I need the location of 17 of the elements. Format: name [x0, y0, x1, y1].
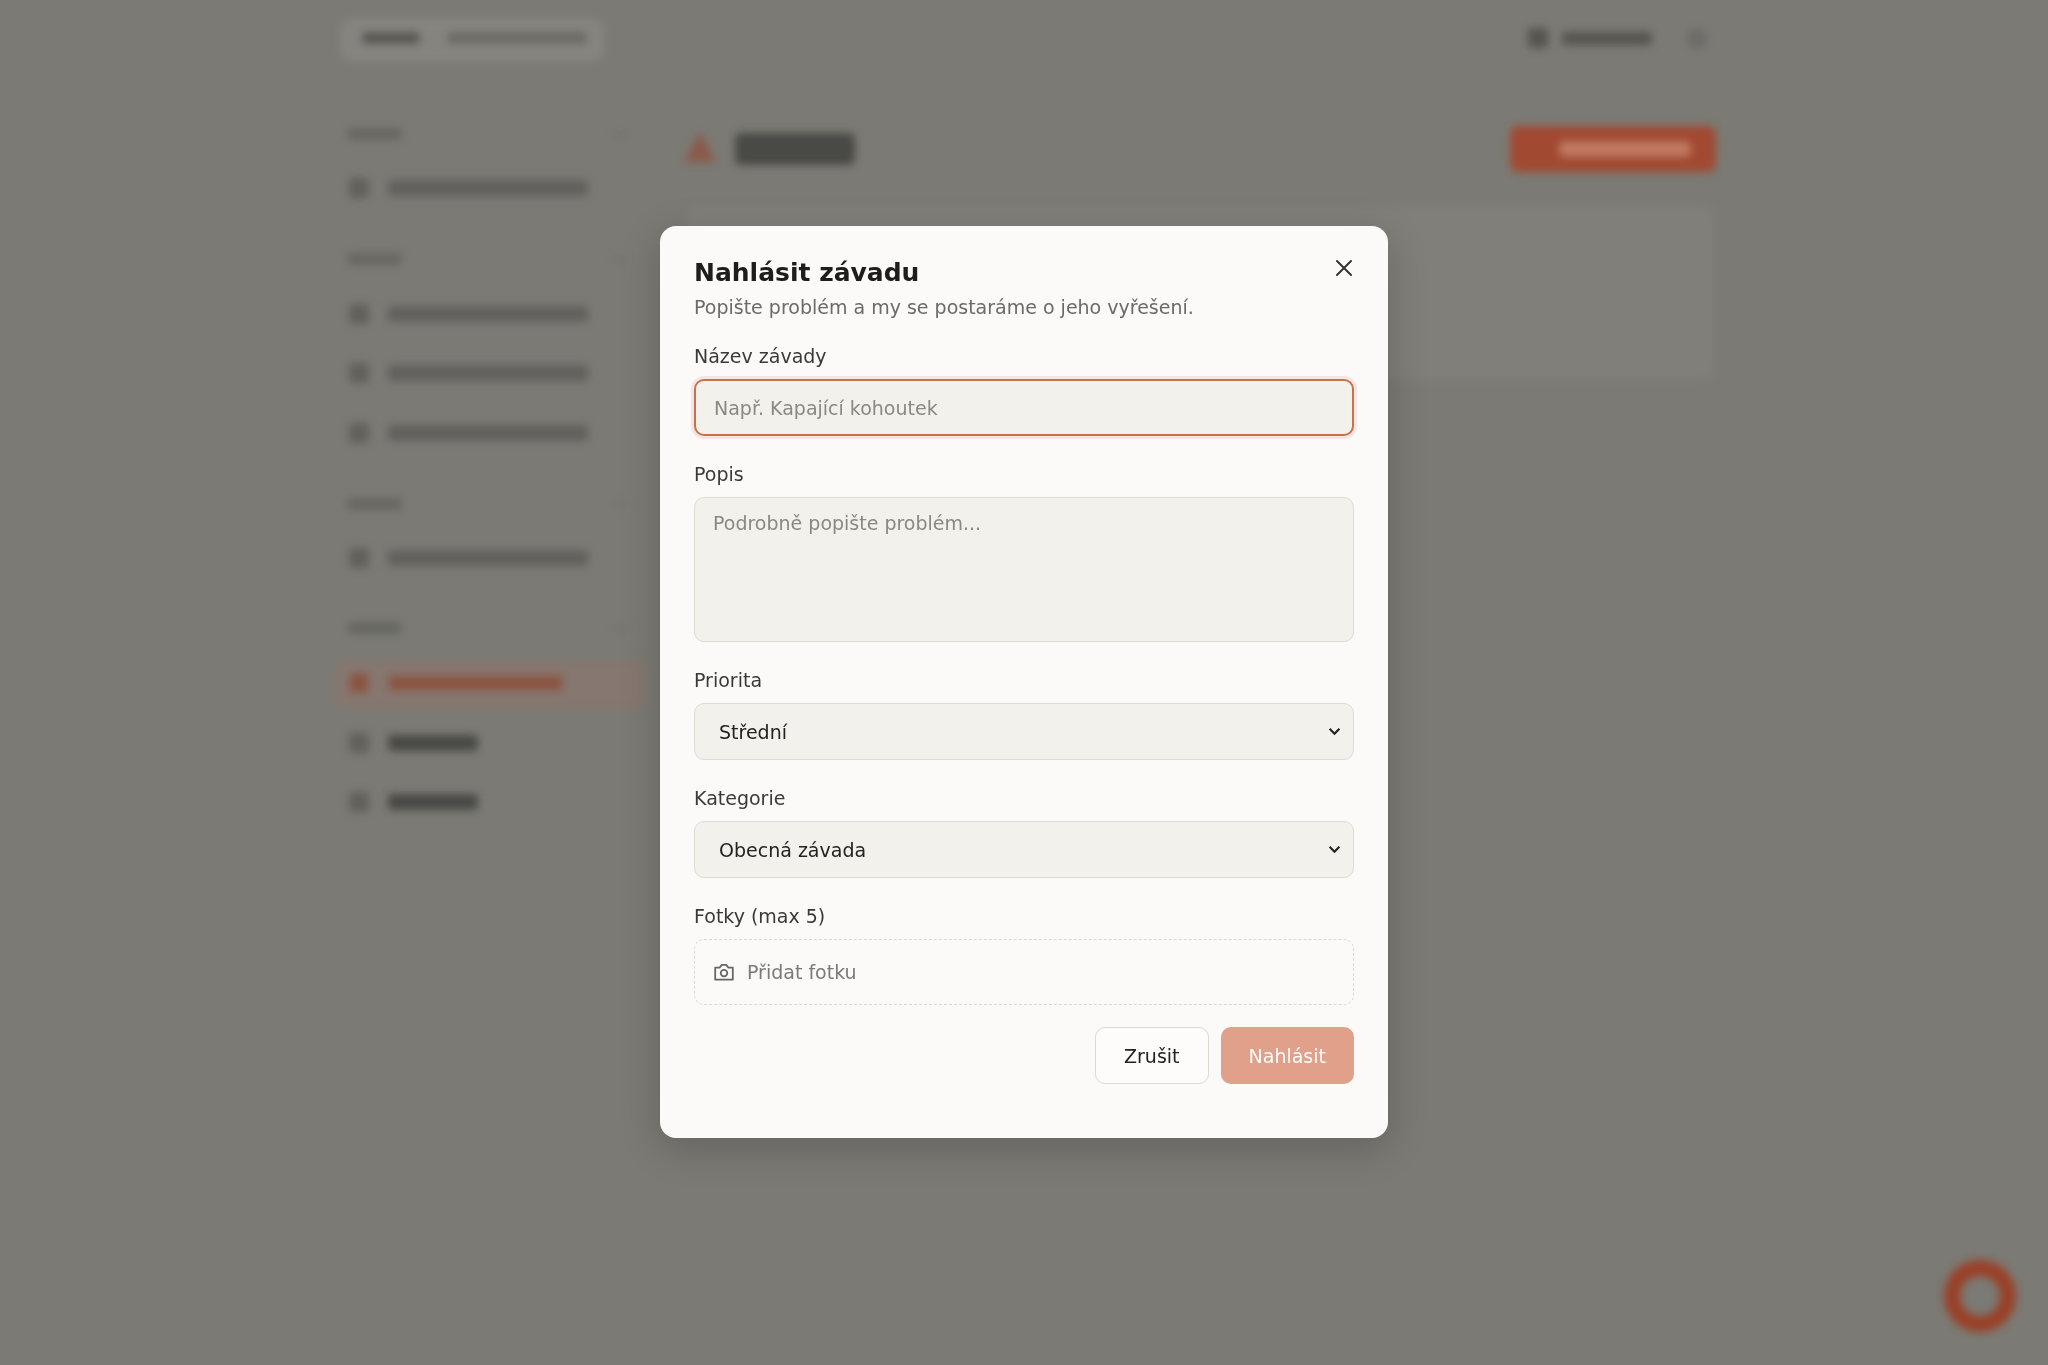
dialog-title: Nahlásit závadu	[694, 258, 921, 287]
caret-icon	[1328, 727, 1341, 736]
dropdown[interactable]: Střední	[694, 703, 1354, 760]
description-field[interactable]: Podrobně popište problém...	[694, 497, 1354, 642]
field-label: Fotky (max 5)	[694, 905, 827, 927]
field-label: Název závady	[694, 345, 828, 367]
field-label: Priorita	[694, 669, 764, 691]
dropdown[interactable]: Obecná závada	[694, 821, 1354, 878]
dialog-subtitle: Popište problém a my se postaráme o jeho vyřešení.	[694, 296, 1194, 318]
field-label: Kategorie	[694, 787, 787, 809]
add-photo-button[interactable]: Přidat fotku	[694, 939, 1354, 1005]
close-icon[interactable]	[1334, 258, 1354, 278]
input-field[interactable]: Např. Kapající kohoutek	[694, 379, 1354, 436]
cancel-button[interactable]: Zrušit	[1095, 1027, 1209, 1084]
caret-icon	[1328, 845, 1341, 854]
camera-icon	[713, 962, 735, 982]
field-label: Popis	[694, 463, 745, 485]
